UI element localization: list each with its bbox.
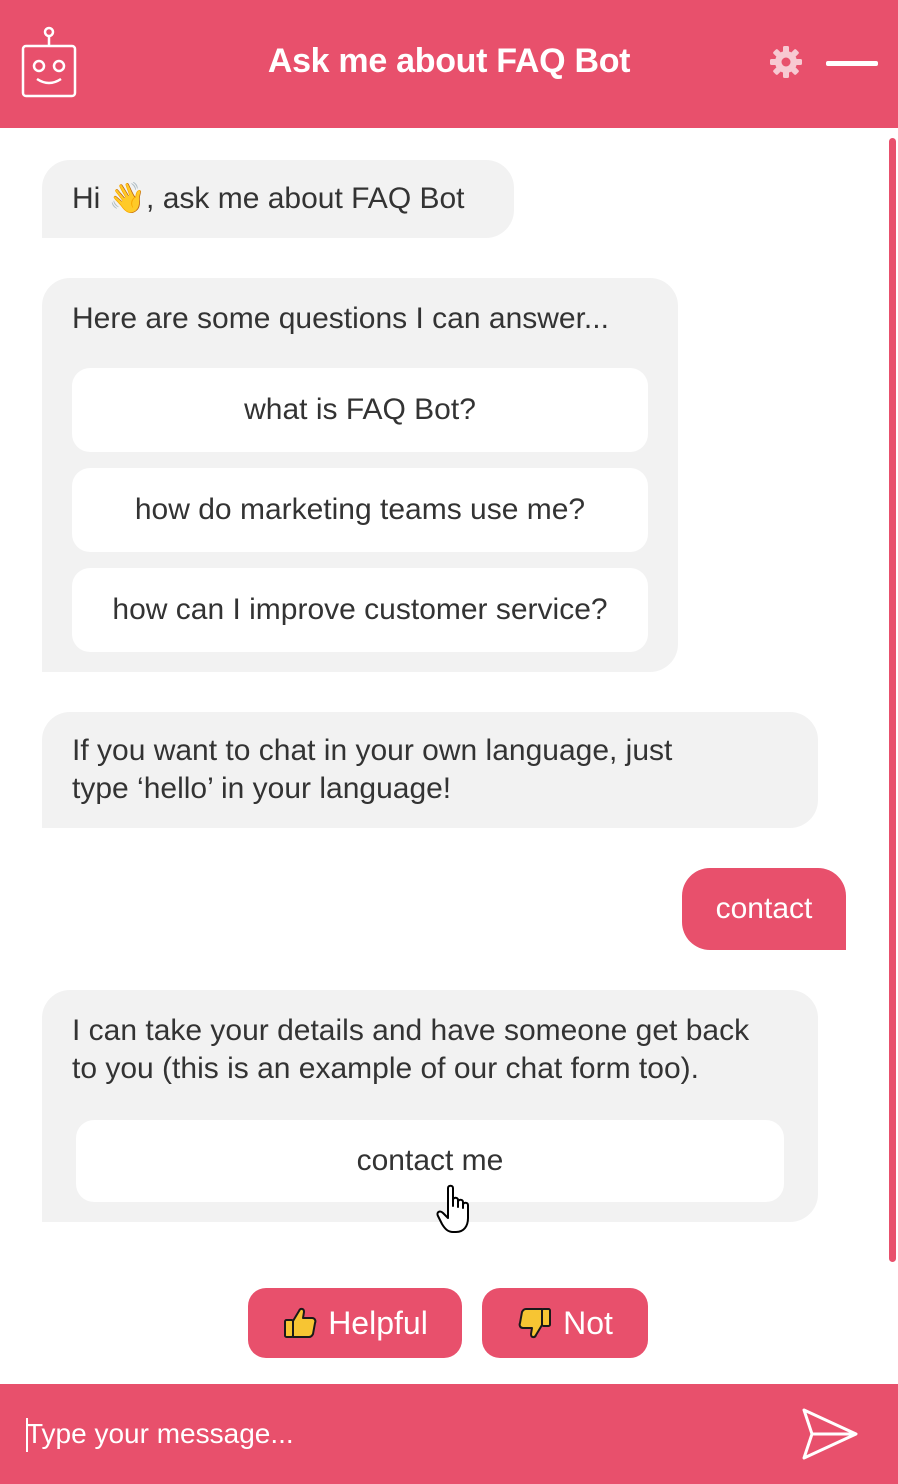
chat-header: Ask me about FAQ Bot bbox=[0, 0, 898, 128]
not-helpful-button[interactable]: Not bbox=[482, 1288, 648, 1358]
scrollbar[interactable] bbox=[889, 138, 896, 1262]
not-label: Not bbox=[563, 1304, 613, 1341]
question-button-what-is[interactable]: what is FAQ Bot? bbox=[72, 368, 648, 452]
greeting-text-end: , ask me about FAQ Bot bbox=[146, 182, 465, 215]
minimize-icon[interactable] bbox=[826, 58, 878, 70]
bot-greeting-bubble: Hi 👋, ask me about FAQ Bot bbox=[42, 160, 514, 238]
user-message-bubble: contact bbox=[682, 868, 846, 950]
bot-language-bubble: If you want to chat in your own language… bbox=[42, 712, 818, 828]
contact-me-button[interactable]: contact me bbox=[76, 1120, 784, 1202]
language-note-line2: type ‘hello’ in your language! bbox=[72, 772, 452, 805]
send-icon[interactable] bbox=[800, 1406, 860, 1462]
greeting-text-start: Hi bbox=[72, 182, 109, 215]
helpful-label: Helpful bbox=[328, 1304, 428, 1341]
contact-reply-line1: I can take your details and have someone… bbox=[72, 1014, 750, 1047]
questions-intro: Here are some questions I can answer... bbox=[72, 302, 609, 335]
message-input[interactable] bbox=[26, 1404, 766, 1464]
question-button-customer-service[interactable]: how can I improve customer service? bbox=[72, 568, 648, 652]
language-note-line1: If you want to chat in your own language… bbox=[72, 734, 673, 767]
question-button-marketing[interactable]: how do marketing teams use me? bbox=[72, 468, 648, 552]
gear-icon[interactable] bbox=[768, 44, 804, 80]
helpful-button[interactable]: Helpful bbox=[248, 1288, 462, 1358]
thumbs-down-icon bbox=[518, 1308, 552, 1339]
message-composer bbox=[0, 1384, 898, 1484]
page-title: Ask me about FAQ Bot bbox=[267, 42, 631, 80]
thumbs-up-icon bbox=[284, 1307, 317, 1338]
contact-reply-line2: to you (this is an example of our chat f… bbox=[72, 1052, 699, 1085]
text-caret bbox=[26, 1418, 28, 1452]
waving-hand-icon: 👋 bbox=[108, 182, 147, 215]
